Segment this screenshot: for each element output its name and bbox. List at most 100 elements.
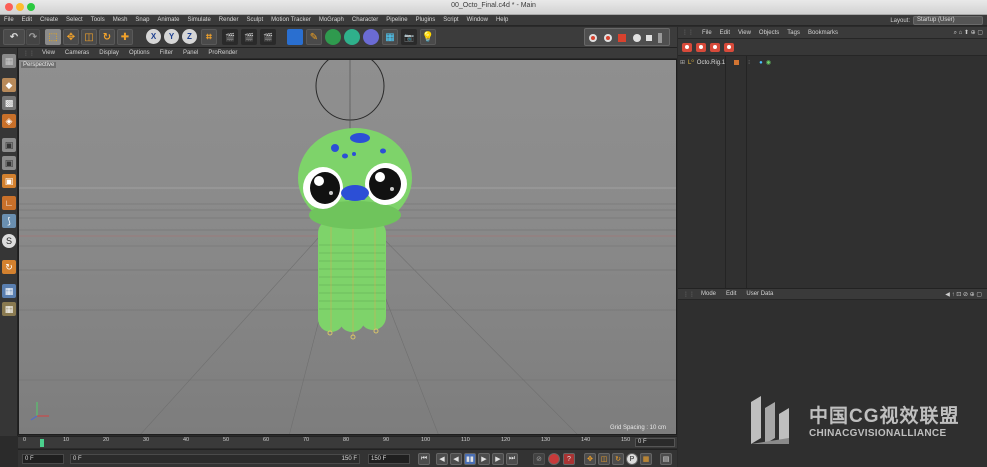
previous-frame-button[interactable]: ◀ (450, 453, 462, 465)
om-menu-file[interactable]: File (698, 30, 716, 36)
record-scale-button[interactable]: ◫ (598, 453, 610, 465)
end-frame-field[interactable]: 150 F (368, 454, 410, 464)
workplane-lock-icon[interactable]: ↻ (2, 260, 16, 274)
array-object-icon[interactable] (344, 29, 360, 45)
om-search-icon[interactable]: ⌕ ⌂ ⬆ ⊕ ▢ (950, 29, 987, 37)
menu-character[interactable]: Character (348, 17, 382, 23)
start-frame-field[interactable]: 0 F (22, 454, 64, 464)
subdivision-surface-icon[interactable] (325, 29, 341, 45)
render-to-picture-viewer-icon[interactable]: 🎬 (241, 29, 257, 45)
object-row[interactable]: ⊞ L⁰ Octo.Rig.1 ⁝ ● ◉ (680, 58, 771, 67)
camera-object-icon[interactable]: 📷 (401, 29, 417, 45)
next-key-button[interactable]: ▶ (492, 453, 504, 465)
menu-render[interactable]: Render (215, 17, 243, 23)
viewport-menu-options[interactable]: Options (124, 50, 155, 56)
viewport-menu-panel[interactable]: Panel (178, 50, 203, 56)
polygons-mode-icon[interactable]: ▣ (2, 174, 16, 188)
record-position-button[interactable]: ✥ (584, 453, 596, 465)
play-button[interactable]: ▮▮ (464, 453, 476, 465)
menu-edit[interactable]: Edit (18, 17, 36, 23)
cube-object-icon[interactable] (287, 29, 303, 45)
layer-color-swatch[interactable] (734, 60, 740, 65)
record-point-level-button[interactable]: ▦ (640, 453, 652, 465)
viewport-menu-cameras[interactable]: Cameras (60, 50, 94, 56)
solo-mode-icon[interactable]: ▦ (2, 284, 16, 298)
snap-icon[interactable]: S (2, 234, 16, 248)
filter-icons[interactable] (678, 39, 758, 56)
model-mode-icon[interactable]: ◆ (2, 78, 16, 92)
workplane-mode-icon[interactable]: ◈ (2, 114, 16, 128)
menu-create[interactable]: Create (36, 17, 62, 23)
points-mode-icon[interactable]: ▣ (2, 138, 16, 152)
go-to-end-button[interactable]: ⏭ (506, 453, 518, 465)
record-active-objects-button[interactable]: ⊘ (533, 453, 545, 465)
menu-sculpt[interactable]: Sculpt (242, 17, 267, 23)
expand-icon[interactable]: ⊞ (680, 59, 685, 66)
coordinate-system-icon[interactable]: ⌗ (201, 29, 217, 45)
preview-range-slider[interactable]: 0 F 150 F (70, 454, 360, 464)
menu-pipeline[interactable]: Pipeline (382, 17, 411, 23)
menu-plugins[interactable]: Plugins (412, 17, 440, 23)
om-menu-bookmarks[interactable]: Bookmarks (804, 30, 842, 36)
timeline-window-button[interactable]: ▤ (660, 453, 672, 465)
menu-simulate[interactable]: Simulate (183, 17, 214, 23)
am-menu-edit[interactable]: Edit (721, 291, 741, 297)
record-parameter-button[interactable]: P (626, 453, 638, 465)
menu-mograph[interactable]: MoGraph (315, 17, 348, 23)
rotate-tool-icon[interactable]: ↻ (99, 29, 115, 45)
keyframe-selection-button[interactable]: ? (563, 453, 575, 465)
am-nav-icons[interactable]: ◀ ↑ ⊡ ⊘ ⊕ ▢ (940, 291, 987, 298)
make-editable-icon[interactable]: ▦ (2, 54, 16, 68)
om-menu-edit[interactable]: Edit (716, 30, 734, 36)
light-object-icon[interactable]: 💡 (420, 29, 436, 45)
visibility-dots[interactable]: ⁝ (748, 59, 750, 66)
am-menu-user-data[interactable]: User Data (741, 291, 778, 297)
record-rotation-button[interactable]: ↻ (612, 453, 624, 465)
menu-motion-tracker[interactable]: Motion Tracker (267, 17, 315, 23)
edit-render-settings-icon[interactable]: 🎬 (260, 29, 276, 45)
bend-deformer-icon[interactable] (363, 29, 379, 45)
menu-animate[interactable]: Animate (153, 17, 183, 23)
live-selection-icon[interactable]: ⬚ (45, 29, 61, 45)
move-tool-icon[interactable]: ✥ (63, 29, 79, 45)
mode-icons[interactable] (585, 29, 671, 47)
menu-select[interactable]: Select (62, 17, 87, 23)
menu-help[interactable]: Help (492, 17, 512, 23)
menu-mesh[interactable]: Mesh (109, 17, 132, 23)
scale-tool-icon[interactable]: ◫ (81, 29, 97, 45)
render-view-icon[interactable]: 🎬 (222, 29, 238, 45)
z-axis-lock-button[interactable]: Z (182, 29, 197, 44)
object-name[interactable]: Octo.Rig.1 (697, 60, 725, 66)
viewport-menu-display[interactable]: Display (94, 50, 124, 56)
redo-button[interactable]: ↷ (26, 29, 40, 45)
recent-tools-icon[interactable]: ✚ (117, 29, 133, 45)
menu-tools[interactable]: Tools (87, 17, 109, 23)
floor-object-icon[interactable]: ▦ (382, 29, 398, 45)
timeline-ruler[interactable]: 0 10 20 30 40 50 60 70 80 90 100 110 120… (18, 436, 677, 448)
tweak-mode-icon[interactable]: ⟆ (2, 214, 16, 228)
om-menu-objects[interactable]: Objects (755, 30, 783, 36)
am-menu-mode[interactable]: Mode (696, 291, 721, 297)
playhead[interactable] (40, 439, 44, 447)
menu-window[interactable]: Window (463, 17, 492, 23)
autokeying-button[interactable] (548, 453, 560, 465)
solo-hierarchy-icon[interactable]: ▦ (2, 302, 16, 316)
menu-snap[interactable]: Snap (131, 17, 153, 23)
enable-axis-icon[interactable]: ∟ (2, 196, 16, 210)
y-axis-lock-button[interactable]: Y (164, 29, 179, 44)
viewport-menu-filter[interactable]: Filter (155, 50, 178, 56)
om-menu-tags[interactable]: Tags (783, 30, 804, 36)
spline-pen-icon[interactable]: ✎ (306, 29, 322, 45)
next-frame-button[interactable]: ▶ (478, 453, 490, 465)
edges-mode-icon[interactable]: ▣ (2, 156, 16, 170)
menu-file[interactable]: File (0, 17, 18, 23)
viewport-menu-prorender[interactable]: ProRender (203, 50, 242, 56)
xpresso-tag-icon[interactable]: ◉ (766, 59, 771, 66)
perspective-viewport[interactable]: Perspective Grid Spacing : 10 cm (18, 59, 677, 435)
layout-dropdown[interactable]: Startup (User) (913, 16, 983, 25)
texture-mode-icon[interactable]: ▩ (2, 96, 16, 110)
undo-button[interactable]: ↶ (3, 29, 25, 45)
om-menu-view[interactable]: View (734, 30, 755, 36)
previous-key-button[interactable]: ◀ (436, 453, 448, 465)
enabled-check-icon[interactable]: ● (759, 60, 763, 66)
